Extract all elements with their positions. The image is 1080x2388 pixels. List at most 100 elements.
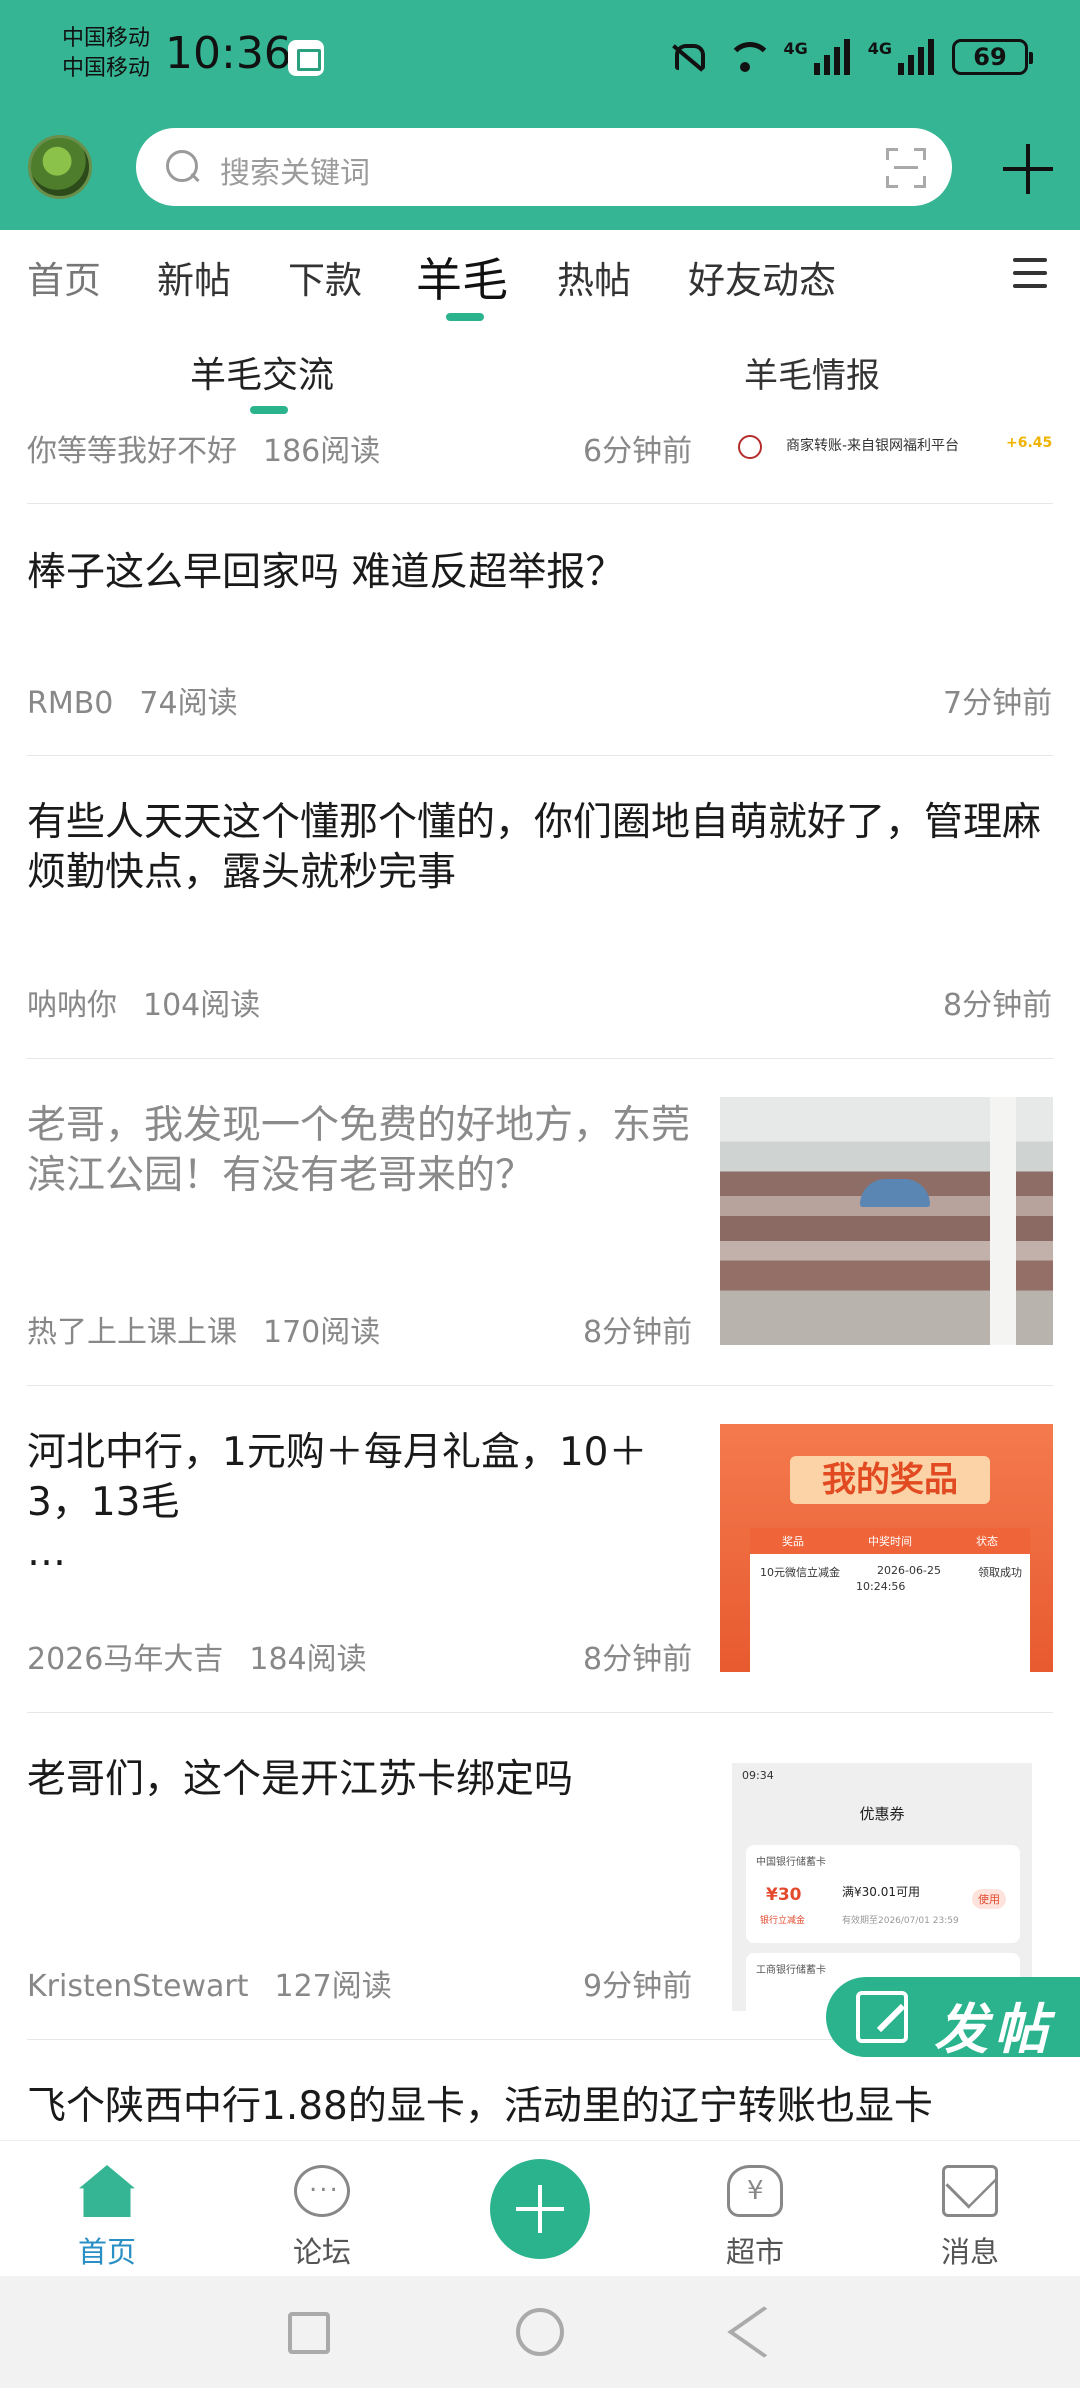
mute-bell-icon — [667, 38, 707, 76]
thumb-use: 使用 — [972, 1889, 1006, 1909]
post-author: KristenStewart — [27, 1969, 249, 2004]
nav-label: 消息 — [940, 2235, 999, 2269]
market-icon — [727, 2165, 783, 2217]
thumb-banner: 我的奖品 — [790, 1456, 990, 1504]
home-button[interactable] — [516, 2308, 564, 2356]
list-item[interactable]: 河北中行，1元购＋每月礼盒，10＋3，13毛 … 2026马年大吉 184阅读 8… — [0, 1386, 1080, 1713]
post-meta: 热了上上课上课 170阅读 — [27, 1307, 380, 1351]
post-title: 老哥，我发现一个免费的好地方，东莞滨江公园！有没有老哥来的？ — [27, 1103, 691, 1198]
add-button[interactable] — [490, 2159, 590, 2259]
post-time: 8分钟前 — [943, 988, 1053, 1023]
thumb-coupon-card: 中国银行储蓄卡 ¥30 满¥30.01可用 使用 银行立减金 有效期至2026/… — [746, 1845, 1020, 1943]
battery-level: 69 — [973, 43, 1007, 71]
nav-label: 首页 — [77, 2235, 136, 2269]
list-item[interactable]: 有些人天天这个懂那个懂的，你们圈地自萌就好了，管理麻烦勤快点，露头就秒完事 呐呐… — [0, 756, 1080, 1059]
thumb-status: 领取成功 — [978, 1566, 1022, 1579]
thumb-prize: 10元微信立减金 — [760, 1566, 840, 1579]
thumb-clock: 10:24:56 — [856, 1580, 906, 1593]
thumb-header-time: 中奖时间 — [868, 1535, 912, 1548]
search-bar[interactable]: 搜索关键词 — [136, 128, 952, 206]
new-post-button[interactable]: 发帖 — [826, 1977, 1080, 2061]
search-input[interactable]: 搜索关键词 — [220, 148, 370, 192]
post-time: 9分钟前 — [583, 1969, 693, 2004]
list-item[interactable]: 棒子这么早回家吗 难道反超举报？ RMB0 74阅读 7分钟前 — [0, 504, 1080, 756]
subtab-indicator — [250, 406, 288, 414]
nav-home[interactable]: 首页 — [47, 2141, 167, 2277]
chat-icon — [294, 2165, 350, 2217]
post-author: 热了上上课上课 — [27, 1315, 237, 1350]
app-notification-icon — [288, 40, 324, 76]
thumb-time: 09:34 — [742, 1769, 774, 1782]
menu-icon[interactable] — [1013, 258, 1047, 288]
carrier-label: 中国移动 中国移动 — [62, 24, 150, 84]
signal-icon: 4G — [783, 39, 850, 75]
tab-friend-activity[interactable]: 好友动态 — [688, 250, 836, 304]
scan-icon[interactable] — [886, 148, 926, 188]
post-thumbnail-prize[interactable]: 我的奖品 奖品 中奖时间 状态 10元微信立减金 2026-06-25 领取成功… — [720, 1424, 1053, 1672]
subtab-wool-exchange[interactable]: 羊毛交流 — [190, 346, 334, 398]
search-icon — [166, 150, 200, 184]
carrier-2: 中国移动 — [62, 56, 151, 81]
tab-indicator — [446, 313, 484, 321]
post-title: 河北中行，1元购＋每月礼盒，10＋3，13毛 … — [27, 1430, 648, 1575]
subtab-wool-intel[interactable]: 羊毛情报 — [744, 348, 880, 397]
post-author: 呐呐你 — [27, 988, 117, 1023]
post-author: 你等等我好不好 — [27, 434, 237, 469]
clock: 10:36 — [165, 28, 292, 79]
tab-home[interactable]: 首页 — [27, 250, 101, 304]
tab-wool[interactable]: 羊毛 — [416, 244, 508, 310]
bottom-nav: 首页 论坛 超市 消息 — [0, 2140, 1080, 2276]
post-views: 184阅读 — [249, 1642, 367, 1677]
wifi-icon — [725, 38, 774, 76]
mail-icon — [942, 2165, 998, 2217]
post-title: 棒子这么早回家吗 难道反超举报？ — [27, 550, 625, 595]
thumb-validity: 有效期至2026/07/01 23:59 — [842, 1916, 959, 1926]
avatar[interactable] — [28, 135, 92, 199]
thumb-text: 商家转账-来自银网福利平台 — [786, 438, 960, 454]
status-bar: 中国移动 中国移动 10:36 4G 4G 69 — [0, 0, 1080, 115]
thumb-condition: 满¥30.01可用 — [842, 1885, 920, 1899]
thumb-amount: +6.45 — [1006, 435, 1053, 451]
thumb-bank-2: 工商银行储蓄卡 — [756, 1965, 826, 1976]
nav-forum[interactable]: 论坛 — [262, 2141, 382, 2277]
battery-icon: 69 — [952, 39, 1033, 75]
post-title: 有些人天天这个懂那个懂的，你们圈地自萌就好了，管理麻烦勤快点，露头就秒完事 — [27, 800, 1042, 895]
nav-market[interactable]: 超市 — [695, 2141, 815, 2277]
post-thumbnail-park-photo[interactable] — [720, 1097, 1053, 1345]
tab-new-posts[interactable]: 新帖 — [157, 250, 231, 304]
tab-loans[interactable]: 下款 — [288, 250, 362, 304]
thumb-header-status: 状态 — [976, 1535, 998, 1548]
carrier-1: 中国移动 — [62, 26, 151, 51]
post-time: 8分钟前 — [583, 1642, 693, 1677]
post-views: 186阅读 — [263, 434, 381, 469]
post-time: 6分钟前 — [583, 434, 693, 469]
tab-hot-posts[interactable]: 热帖 — [557, 250, 631, 304]
post-author: 2026马年大吉 — [27, 1642, 224, 1677]
post-views: 74阅读 — [139, 686, 238, 721]
post-title: 飞个陕西中行1.88的显卡，活动里的辽宁转账也显卡 — [27, 2084, 933, 2129]
thumb-header-prize: 奖品 — [782, 1535, 804, 1548]
post-title: 老哥们，这个是开江苏卡绑定吗 — [27, 1757, 574, 1802]
thumb-title: 优惠券 — [859, 1805, 905, 1823]
signal-icon-2: 4G — [868, 39, 934, 75]
recents-button[interactable] — [288, 2312, 330, 2354]
post-meta: KristenStewart 127阅读 — [27, 1961, 392, 2005]
post-views: 104阅读 — [143, 988, 261, 1023]
list-item[interactable]: 老哥，我发现一个免费的好地方，东莞滨江公园！有没有老哥来的？ 热了上上课上课 17… — [0, 1059, 1080, 1386]
back-button[interactable] — [727, 2306, 801, 2358]
bank-logo-icon — [738, 435, 762, 459]
post-thumbnail: 商家转账-来自银网福利平台 +6.45 — [730, 425, 1053, 467]
post-meta: 2026马年大吉 184阅读 — [27, 1634, 367, 1678]
add-icon[interactable] — [1003, 144, 1053, 194]
nav-messages[interactable]: 消息 — [910, 2141, 1030, 2277]
post-time: 7分钟前 — [943, 686, 1053, 721]
nav-label: 超市 — [725, 2235, 784, 2269]
thumb-bank: 中国银行储蓄卡 — [756, 1857, 826, 1868]
edit-icon — [856, 1991, 908, 2043]
post-meta: 呐呐你 104阅读 — [27, 980, 260, 1024]
network-type-2: 4G — [867, 39, 892, 58]
network-type-1: 4G — [783, 39, 808, 58]
post-thumbnail-coupon[interactable]: 09:34 优惠券 中国银行储蓄卡 ¥30 满¥30.01可用 使用 银行立减金… — [732, 1763, 1032, 2011]
nav-label: 论坛 — [292, 2235, 351, 2269]
post-views: 170阅读 — [263, 1315, 381, 1350]
